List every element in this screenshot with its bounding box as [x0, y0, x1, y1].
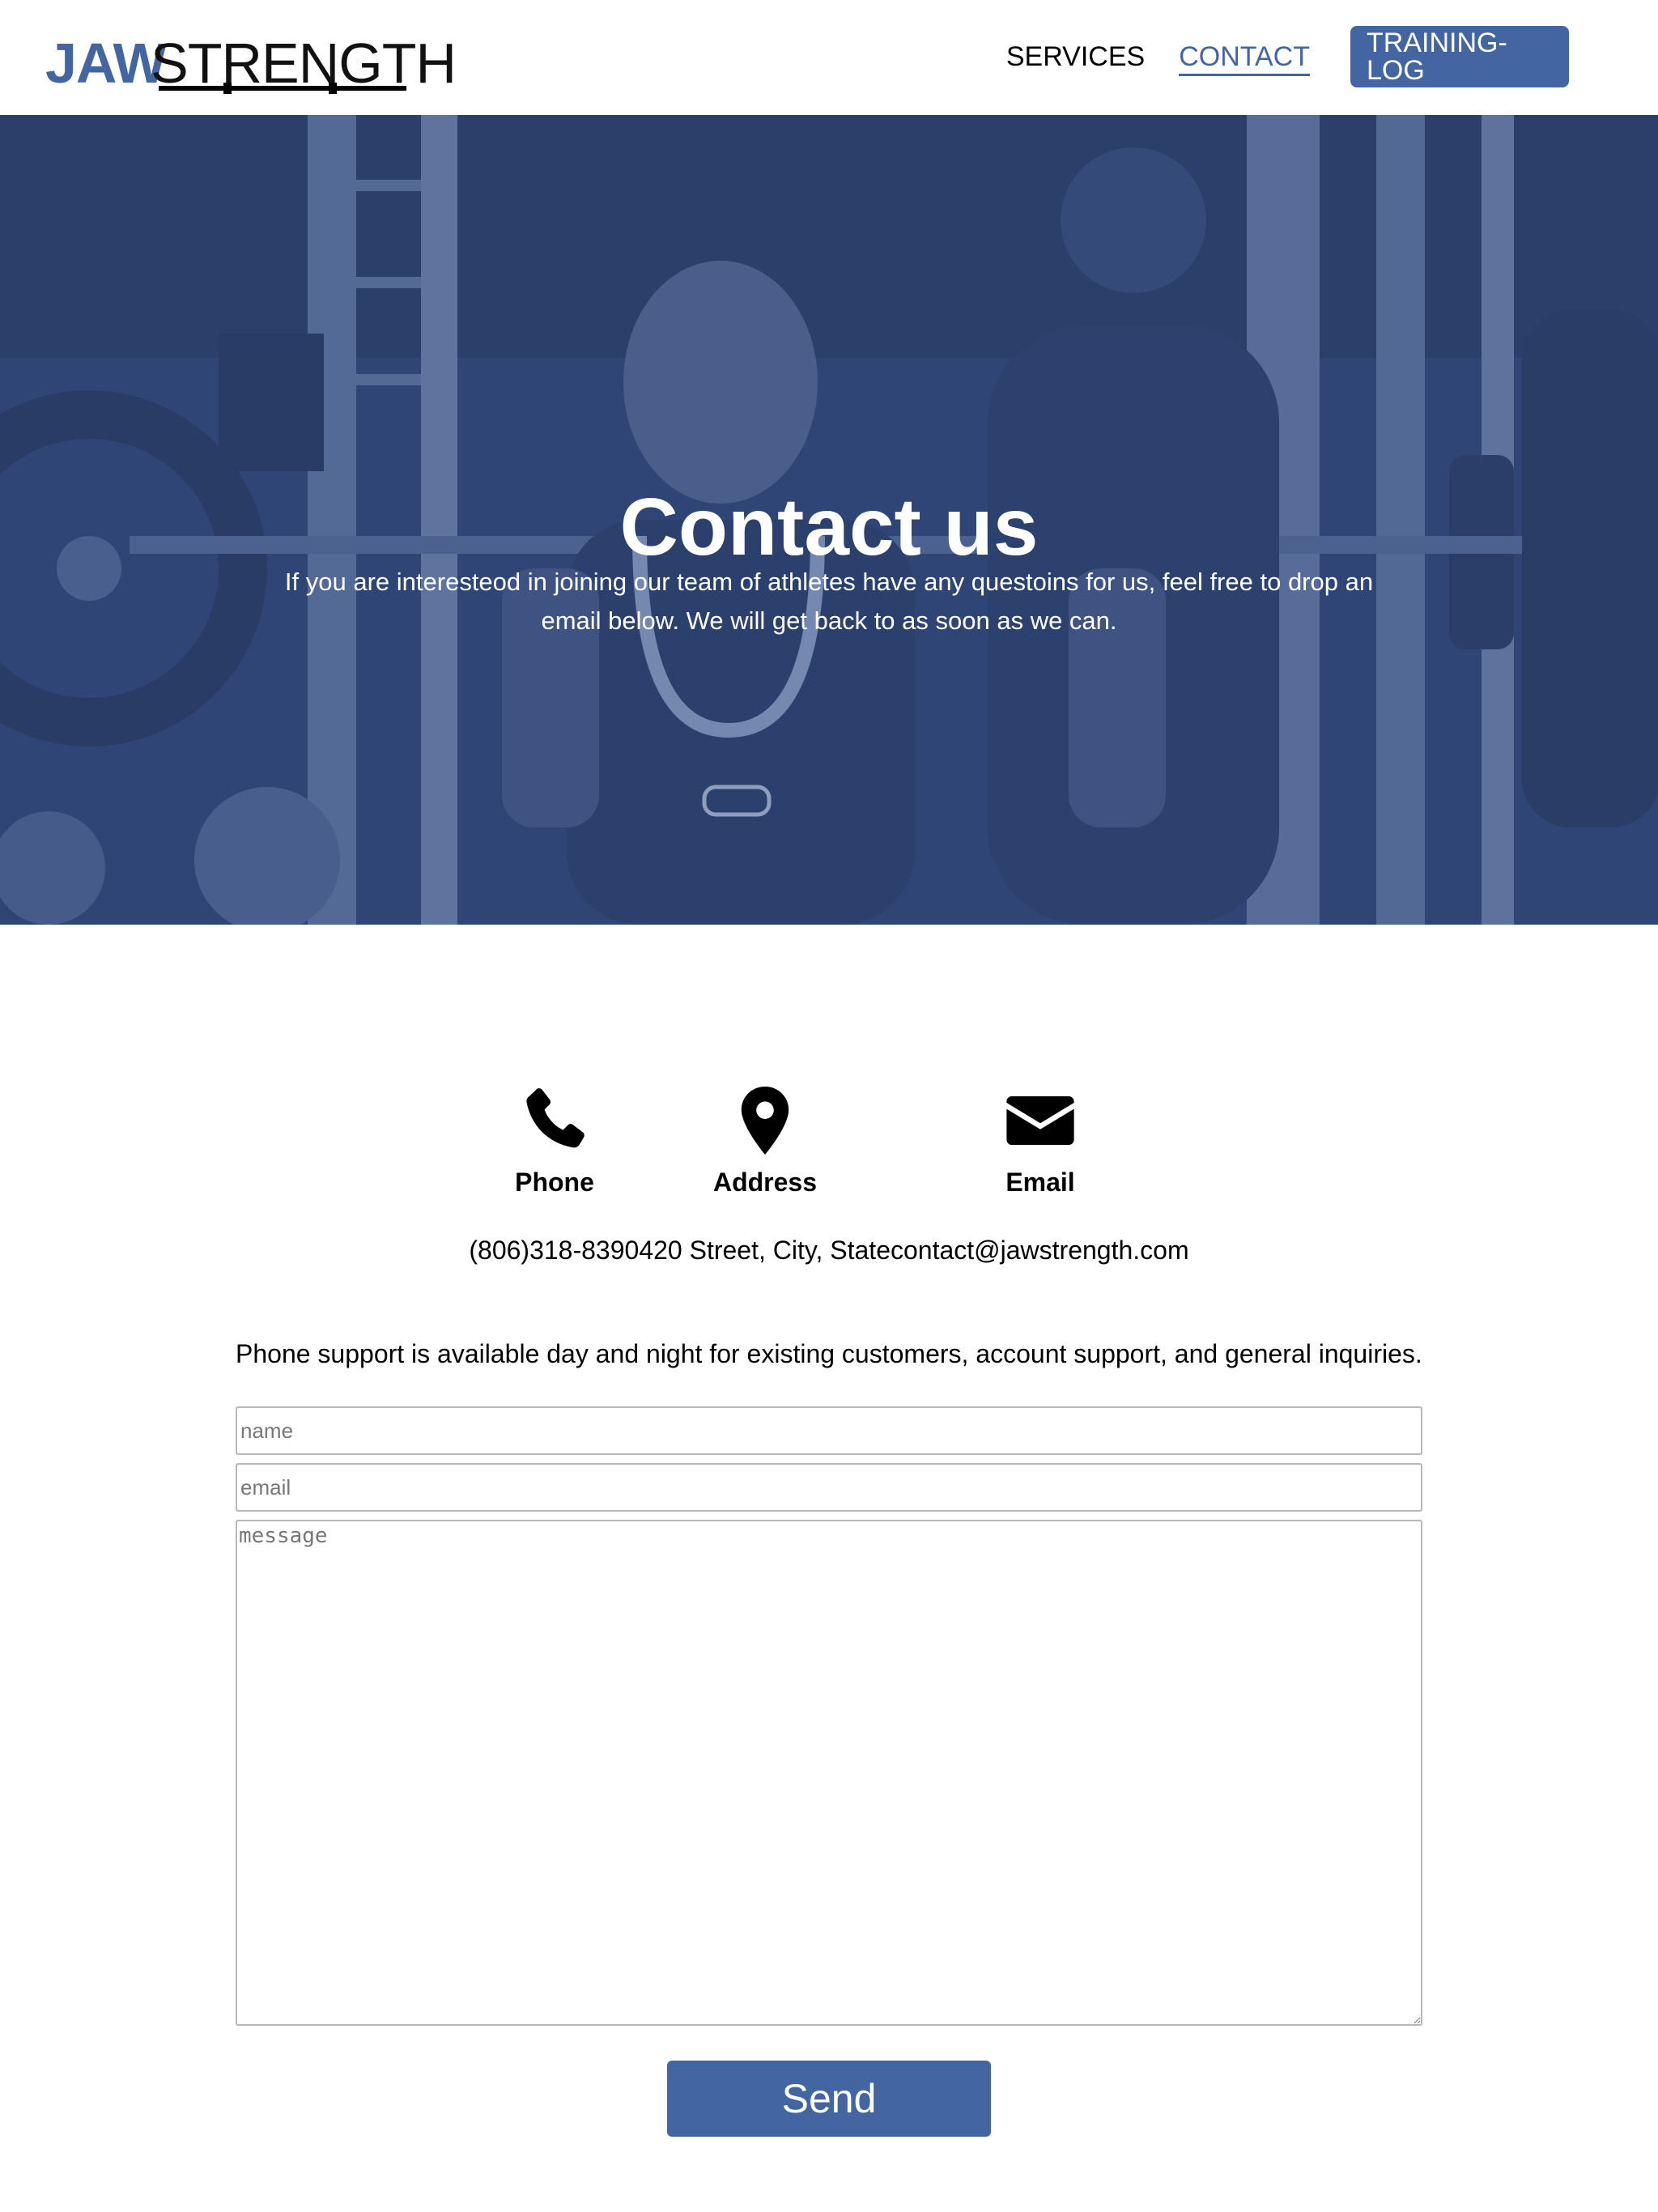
site-header: JAW STRENGTH SERVICES CONTACT TRAINING-L…	[0, 0, 1658, 115]
logo-jaw-text: JAW	[45, 32, 167, 95]
name-input[interactable]	[236, 1406, 1422, 1455]
phone-icon	[526, 1088, 585, 1148]
site-logo[interactable]: JAW STRENGTH	[45, 29, 457, 97]
nav-training-log-button[interactable]: TRAINING-LOG	[1350, 26, 1569, 87]
email-input[interactable]	[236, 1463, 1422, 1512]
contact-address-block: Address	[704, 1082, 826, 1198]
nav-services-link[interactable]: SERVICES	[1006, 43, 1145, 70]
contact-email-block: Email	[980, 1082, 1101, 1198]
map-pin-icon	[741, 1087, 789, 1155]
hero-title: Contact us	[619, 482, 1039, 572]
message-textarea[interactable]	[236, 1520, 1422, 2026]
email-label: Email	[1005, 1168, 1075, 1197]
send-button[interactable]: Send	[667, 2061, 991, 2137]
envelope-icon	[1006, 1096, 1074, 1145]
main-nav: SERVICES CONTACT TRAINING-LOG	[1006, 26, 1569, 87]
logo-barbell-underline	[159, 83, 406, 94]
address-label: Address	[712, 1168, 818, 1197]
phone-label: Phone	[515, 1168, 594, 1197]
hero-subtitle: If you are interesteod in joining our te…	[284, 568, 1374, 635]
contact-values-line: (806)318-8390420 Street, City, Statecont…	[469, 1236, 1189, 1265]
contact-phone-block: Phone	[494, 1082, 615, 1198]
hero-banner: Contact us If you are interesteod in joi…	[0, 115, 1658, 925]
nav-contact-link[interactable]: CONTACT	[1179, 43, 1310, 76]
support-description: Phone support is available day and night…	[236, 1339, 1422, 1368]
